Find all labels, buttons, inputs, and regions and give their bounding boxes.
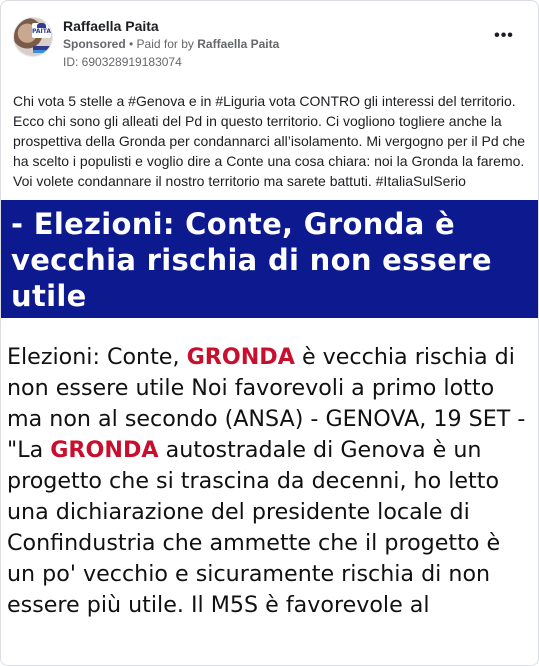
avatar[interactable]: PAITA — [13, 17, 53, 57]
article-highlight-2: GRONDA — [50, 437, 159, 463]
post-text: Chi vota 5 stelle a #Genova e in #Liguri… — [13, 93, 526, 189]
article-part-3: autostradale di Genova è un progetto che… — [7, 437, 501, 618]
badge-stripe-light-icon — [33, 50, 50, 53]
paid-for-name: Raffaella Paita — [197, 37, 280, 51]
author-name[interactable]: Raffaella Paita — [63, 18, 159, 34]
meta-separator: • — [125, 37, 137, 51]
media-headline-band: - Elezioni: Conte, Gronda è vecchia risc… — [1, 200, 538, 318]
media-article-text: Elezioni: Conte, GRONDA è vecchia rischi… — [1, 318, 538, 665]
sponsor-line: Sponsored • Paid for by Raffaella Paita — [63, 37, 279, 51]
avatar-party-badge: PAITA — [32, 23, 51, 38]
ad-card: PAITA Raffaella Paita Sponsored • Paid f… — [0, 0, 539, 666]
article-highlight-1: GRONDA — [186, 344, 295, 370]
media-headline: - Elezioni: Conte, Gronda è vecchia risc… — [11, 207, 492, 313]
post-header: PAITA Raffaella Paita Sponsored • Paid f… — [13, 17, 526, 73]
sponsored-label: Sponsored — [63, 37, 126, 51]
more-options-icon[interactable]: ••• — [492, 28, 516, 47]
article-part-1: Elezioni: Conte, — [7, 344, 187, 370]
ad-id: ID: 690328919183074 — [63, 55, 182, 69]
avatar-badge-text: PAITA — [32, 28, 51, 35]
paid-for-prefix: Paid for by — [136, 37, 198, 51]
